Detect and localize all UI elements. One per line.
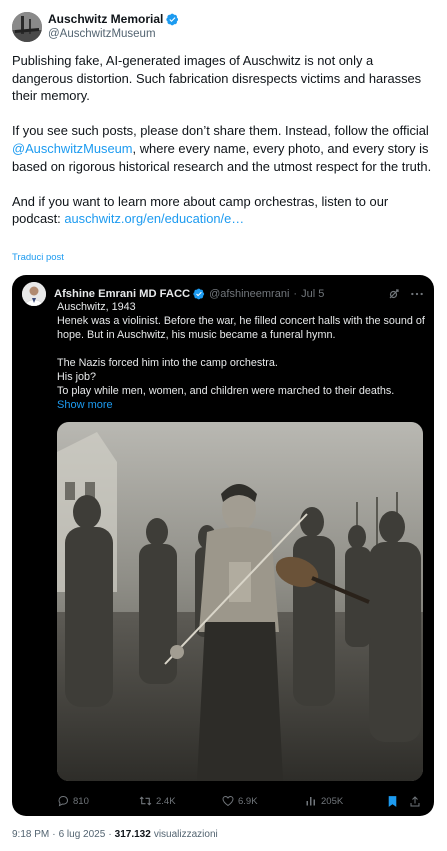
repost-button[interactable]: 2.4K [139, 795, 176, 807]
like-count: 6.9K [238, 795, 258, 807]
post-time[interactable]: 9:18 PM [12, 829, 49, 840]
quoted-line-story: Henek was a violinist. Before the war, h… [57, 315, 425, 341]
repost-icon [139, 796, 152, 806]
post-text: Publishing fake, AI-generated images of … [12, 52, 437, 228]
avatar[interactable] [12, 12, 42, 42]
post-date[interactable]: 6 lug 2025 [59, 829, 106, 840]
handle[interactable]: @AuschwitzMuseum [48, 27, 179, 42]
separator-dot: · [108, 829, 112, 840]
mention-link[interactable]: @AuschwitzMuseum [12, 141, 133, 156]
quoted-handle[interactable]: @afshineemrani [209, 288, 289, 300]
show-more-link[interactable]: Show more [57, 399, 113, 411]
quoted-line-answer: To play while men, women, and children w… [57, 385, 395, 397]
post-views-label: visualizzazioni [153, 829, 218, 840]
account-names: Auschwitz Memorial @AuschwitzMuseum [48, 12, 179, 42]
share-button[interactable] [409, 795, 421, 808]
heart-icon [222, 795, 234, 807]
reply-count: 810 [73, 795, 89, 807]
quoted-paragraph-2: The Nazis forced him into the camp orche… [57, 356, 427, 398]
more-options-icon[interactable] [410, 288, 424, 300]
quoted-post-text: Auschwitz, 1943 Henek was a violinist. B… [57, 300, 427, 398]
views-count: 205K [321, 795, 344, 807]
reply-button[interactable]: 810 [57, 795, 89, 807]
analytics-icon [306, 797, 315, 806]
separator-dot: · [52, 829, 56, 840]
views-button[interactable]: 205K [305, 795, 343, 807]
quoted-line-orchestra: The Nazis forced him into the camp orche… [57, 357, 278, 369]
translate-link[interactable]: Traduci post [12, 252, 64, 263]
repost-count: 2.4K [156, 795, 176, 807]
quoted-avatar[interactable] [22, 282, 46, 306]
paragraph-1: Publishing fake, AI-generated images of … [12, 53, 422, 104]
quoted-avatar-image [22, 282, 46, 306]
quoted-date[interactable]: Jul 5 [301, 288, 324, 300]
quoted-line-location: Auschwitz, 1943 [57, 301, 136, 313]
paragraph-3: And if you want to learn more about camp… [12, 193, 437, 228]
bookmark-button[interactable] [387, 795, 398, 808]
paragraph-2: If you see such posts, please don’t shar… [12, 122, 437, 175]
post-header: Auschwitz Memorial @AuschwitzMuseum [12, 10, 435, 44]
quoted-display-name[interactable]: Afshine Emrani MD FACC [54, 288, 190, 300]
paragraph-2-text-a: If you see such posts, please don’t shar… [12, 123, 429, 139]
grok-icon[interactable] [388, 288, 400, 300]
quoted-post[interactable]: Afshine Emrani MD FACC @afshineemrani · … [12, 275, 434, 816]
avatar-image [12, 12, 42, 42]
bookmark-icon [388, 795, 397, 807]
quoted-post-actions: 810 2.4K 6.9K 205K [57, 793, 423, 809]
display-name[interactable]: Auschwitz Memorial [48, 12, 163, 27]
separator-dot: · [293, 288, 298, 300]
share-icon [410, 795, 420, 806]
like-button[interactable]: 6.9K [222, 795, 258, 807]
quoted-paragraph-1: Auschwitz, 1943 Henek was a violinist. B… [57, 300, 427, 342]
quoted-post-image[interactable] [57, 422, 423, 781]
quoted-line-question: His job? [57, 371, 97, 383]
post-footer: 9:18 PM · 6 lug 2025 · 317.132 visualizz… [12, 829, 218, 840]
violinist-photo [57, 422, 423, 781]
verified-badge-icon [193, 288, 205, 300]
podcast-link[interactable]: auschwitz.org/en/education/e… [64, 211, 244, 226]
verified-badge-icon [166, 13, 179, 26]
post-views-count: 317.132 [114, 829, 151, 840]
quoted-header-icons [388, 288, 424, 300]
reply-icon [58, 796, 69, 807]
